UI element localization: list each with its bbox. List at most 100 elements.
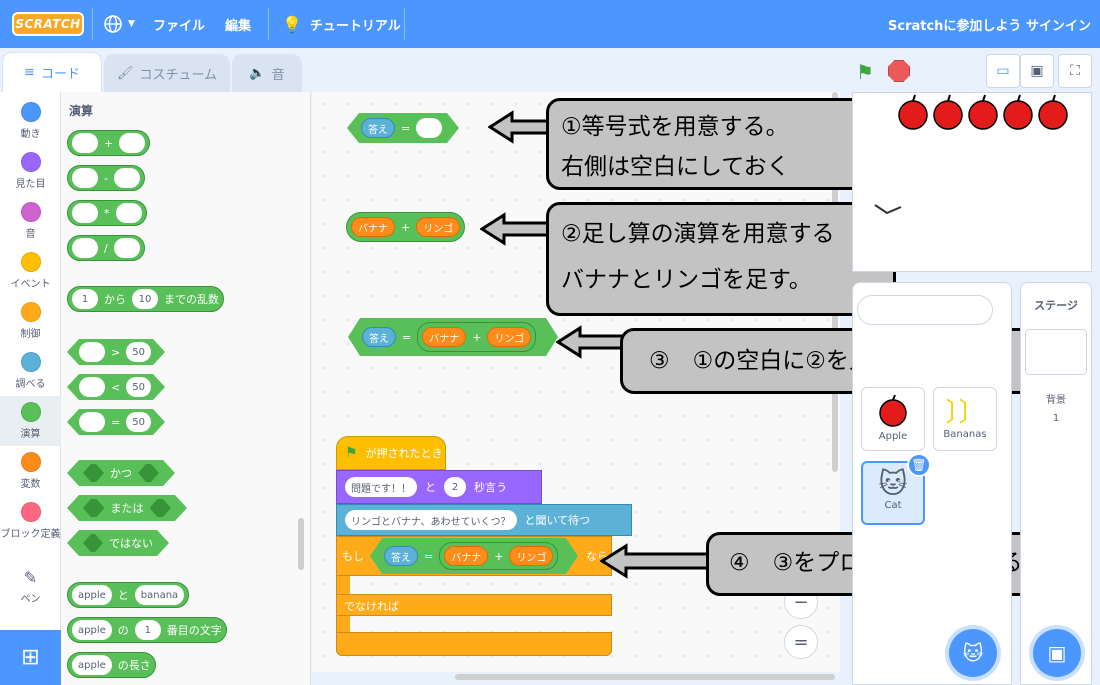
equals-block[interactable]: 答え = バナナ + リンゴ: [348, 318, 558, 356]
block-slot[interactable]: [113, 168, 140, 188]
category-control[interactable]: 制御: [0, 296, 61, 346]
block-slot[interactable]: apple: [72, 655, 112, 675]
block-slot[interactable]: [79, 342, 105, 362]
banana-variable[interactable]: バナナ: [444, 546, 488, 566]
block-slot[interactable]: 50: [126, 342, 151, 362]
block-slot[interactable]: [83, 499, 105, 517]
add-block[interactable]: バナナ + リンゴ: [417, 322, 536, 352]
ask-and-wait-block[interactable]: リンゴとバナナ、あわせていくつ？ と聞いて待つ: [336, 504, 632, 536]
block-slot[interactable]: [79, 377, 105, 397]
tab-costume[interactable]: 🖌 コスチューム: [104, 54, 230, 92]
block-slot[interactable]: [72, 133, 98, 153]
block-slot[interactable]: [72, 238, 98, 258]
backdrop-thumb[interactable]: [1025, 329, 1087, 375]
say-text-input[interactable]: 問題です！！: [345, 477, 417, 497]
sprite-info-field[interactable]: [857, 295, 993, 325]
green-flag-button[interactable]: ⚑: [856, 60, 874, 84]
when-flag-clicked-block[interactable]: ⚑ が押されたとき: [336, 436, 446, 470]
scratch-logo[interactable]: SCRATCH: [12, 12, 84, 36]
stop-icon[interactable]: [888, 60, 910, 82]
block-slot[interactable]: 50: [126, 412, 151, 432]
answer-reporter[interactable]: 答え: [384, 546, 418, 566]
banana-variable[interactable]: バナナ: [422, 327, 466, 347]
block-slot[interactable]: [113, 238, 140, 258]
choose-sprite-button[interactable]: 🐱: [949, 629, 997, 677]
block-slot[interactable]: [416, 118, 442, 138]
block-slot[interactable]: [138, 464, 159, 482]
palette-scrollbar[interactable]: [298, 518, 304, 570]
equals-block[interactable]: 答え =: [347, 113, 459, 143]
stage-canvas[interactable]: [852, 92, 1092, 272]
join-scratch-link[interactable]: Scratchに参加しよう: [888, 0, 1021, 48]
multiply-block[interactable]: *: [67, 200, 147, 226]
tutorial-menu[interactable]: 💡 チュートリアル: [282, 0, 401, 48]
block-slot[interactable]: apple: [72, 620, 112, 640]
ringo-variable[interactable]: リンゴ: [509, 546, 553, 566]
signin-link[interactable]: サインイン: [1026, 0, 1091, 48]
block-slot[interactable]: [150, 499, 172, 517]
block-slot[interactable]: [83, 534, 103, 552]
block-slot[interactable]: apple: [72, 585, 112, 605]
random-block[interactable]: 1 から 10 までの乱数: [67, 286, 224, 312]
divide-block[interactable]: /: [67, 235, 145, 261]
sprite-thumb-apple[interactable]: Apple: [861, 387, 925, 451]
category-pen[interactable]: ✎ ペン: [0, 562, 61, 612]
block-slot[interactable]: [72, 203, 98, 223]
equals-block[interactable]: 答え = バナナ + リンゴ: [370, 538, 578, 574]
delete-sprite-button[interactable]: 🗑: [907, 453, 931, 477]
or-block[interactable]: または: [67, 495, 187, 521]
add-block[interactable]: バナナ + リンゴ: [439, 542, 558, 570]
category-sensing[interactable]: 調べる: [0, 346, 61, 396]
banana-variable[interactable]: バナナ: [351, 217, 395, 237]
answer-reporter[interactable]: 答え: [362, 327, 396, 347]
block-slot[interactable]: 1: [134, 620, 161, 640]
block-slot[interactable]: 1: [72, 289, 98, 309]
file-menu[interactable]: ファイル: [153, 0, 205, 48]
say-for-secs-block[interactable]: 問題です！！ と 2 秒言う: [336, 470, 542, 504]
choose-backdrop-button[interactable]: ▣: [1033, 629, 1081, 677]
less-than-block[interactable]: <50: [67, 374, 165, 400]
equals-block[interactable]: = 50: [67, 409, 165, 435]
script-scrollbar-horizontal[interactable]: [455, 674, 835, 680]
join-block[interactable]: apple と banana: [67, 582, 190, 608]
ringo-variable[interactable]: リンゴ: [416, 217, 461, 237]
block-slot[interactable]: [115, 203, 142, 223]
block-slot[interactable]: [83, 464, 104, 482]
block-slot[interactable]: banana: [134, 585, 185, 605]
edit-menu[interactable]: 編集: [225, 0, 251, 48]
block-slot[interactable]: [119, 133, 146, 153]
ringo-variable[interactable]: リンゴ: [487, 327, 531, 347]
ask-text-input[interactable]: リンゴとバナナ、あわせていくつ？: [345, 510, 517, 530]
category-looks[interactable]: 見た目: [0, 146, 61, 196]
category-motion[interactable]: 動き: [0, 96, 61, 146]
fullscreen-button[interactable]: ⛶: [1058, 54, 1092, 88]
large-stage-button[interactable]: ▣: [1020, 54, 1054, 88]
greater-than-block[interactable]: >50: [67, 339, 165, 365]
answer-reporter[interactable]: 答え: [361, 118, 395, 138]
block-slot[interactable]: [72, 168, 98, 188]
small-stage-button[interactable]: ▭: [986, 54, 1020, 88]
category-sound[interactable]: 音: [0, 196, 61, 246]
sprite-thumb-bananas[interactable]: 〕〕 Bananas: [933, 387, 997, 451]
language-menu[interactable]: ▼: [102, 0, 135, 48]
add-block[interactable]: +: [67, 130, 151, 156]
block-slot[interactable]: 10: [132, 289, 158, 309]
category-my-blocks[interactable]: ブロック定義: [0, 496, 61, 556]
length-of-block[interactable]: apple の長さ: [67, 652, 156, 678]
add-block[interactable]: バナナ + リンゴ: [346, 212, 466, 242]
subtract-block[interactable]: -: [67, 165, 145, 191]
letter-of-block[interactable]: apple の 1 番目の文字: [67, 617, 227, 643]
say-secs-input[interactable]: 2: [444, 477, 466, 497]
stage-selector-panel[interactable]: ステージ 背景 1 ▣: [1020, 282, 1092, 685]
add-extension-button[interactable]: ⊞: [0, 630, 61, 685]
tab-sound[interactable]: 🔈 音: [232, 54, 302, 92]
block-slot[interactable]: [79, 412, 105, 432]
and-block[interactable]: かつ: [67, 460, 175, 486]
tab-code[interactable]: ≡ コード: [2, 52, 102, 92]
not-block[interactable]: ではない: [67, 530, 169, 556]
category-operators[interactable]: 演算: [0, 396, 61, 446]
block-slot[interactable]: 50: [126, 377, 151, 397]
category-variables[interactable]: 変数: [0, 446, 61, 496]
category-events[interactable]: イベント: [0, 246, 61, 296]
zoom-reset-button[interactable]: =: [784, 625, 818, 659]
